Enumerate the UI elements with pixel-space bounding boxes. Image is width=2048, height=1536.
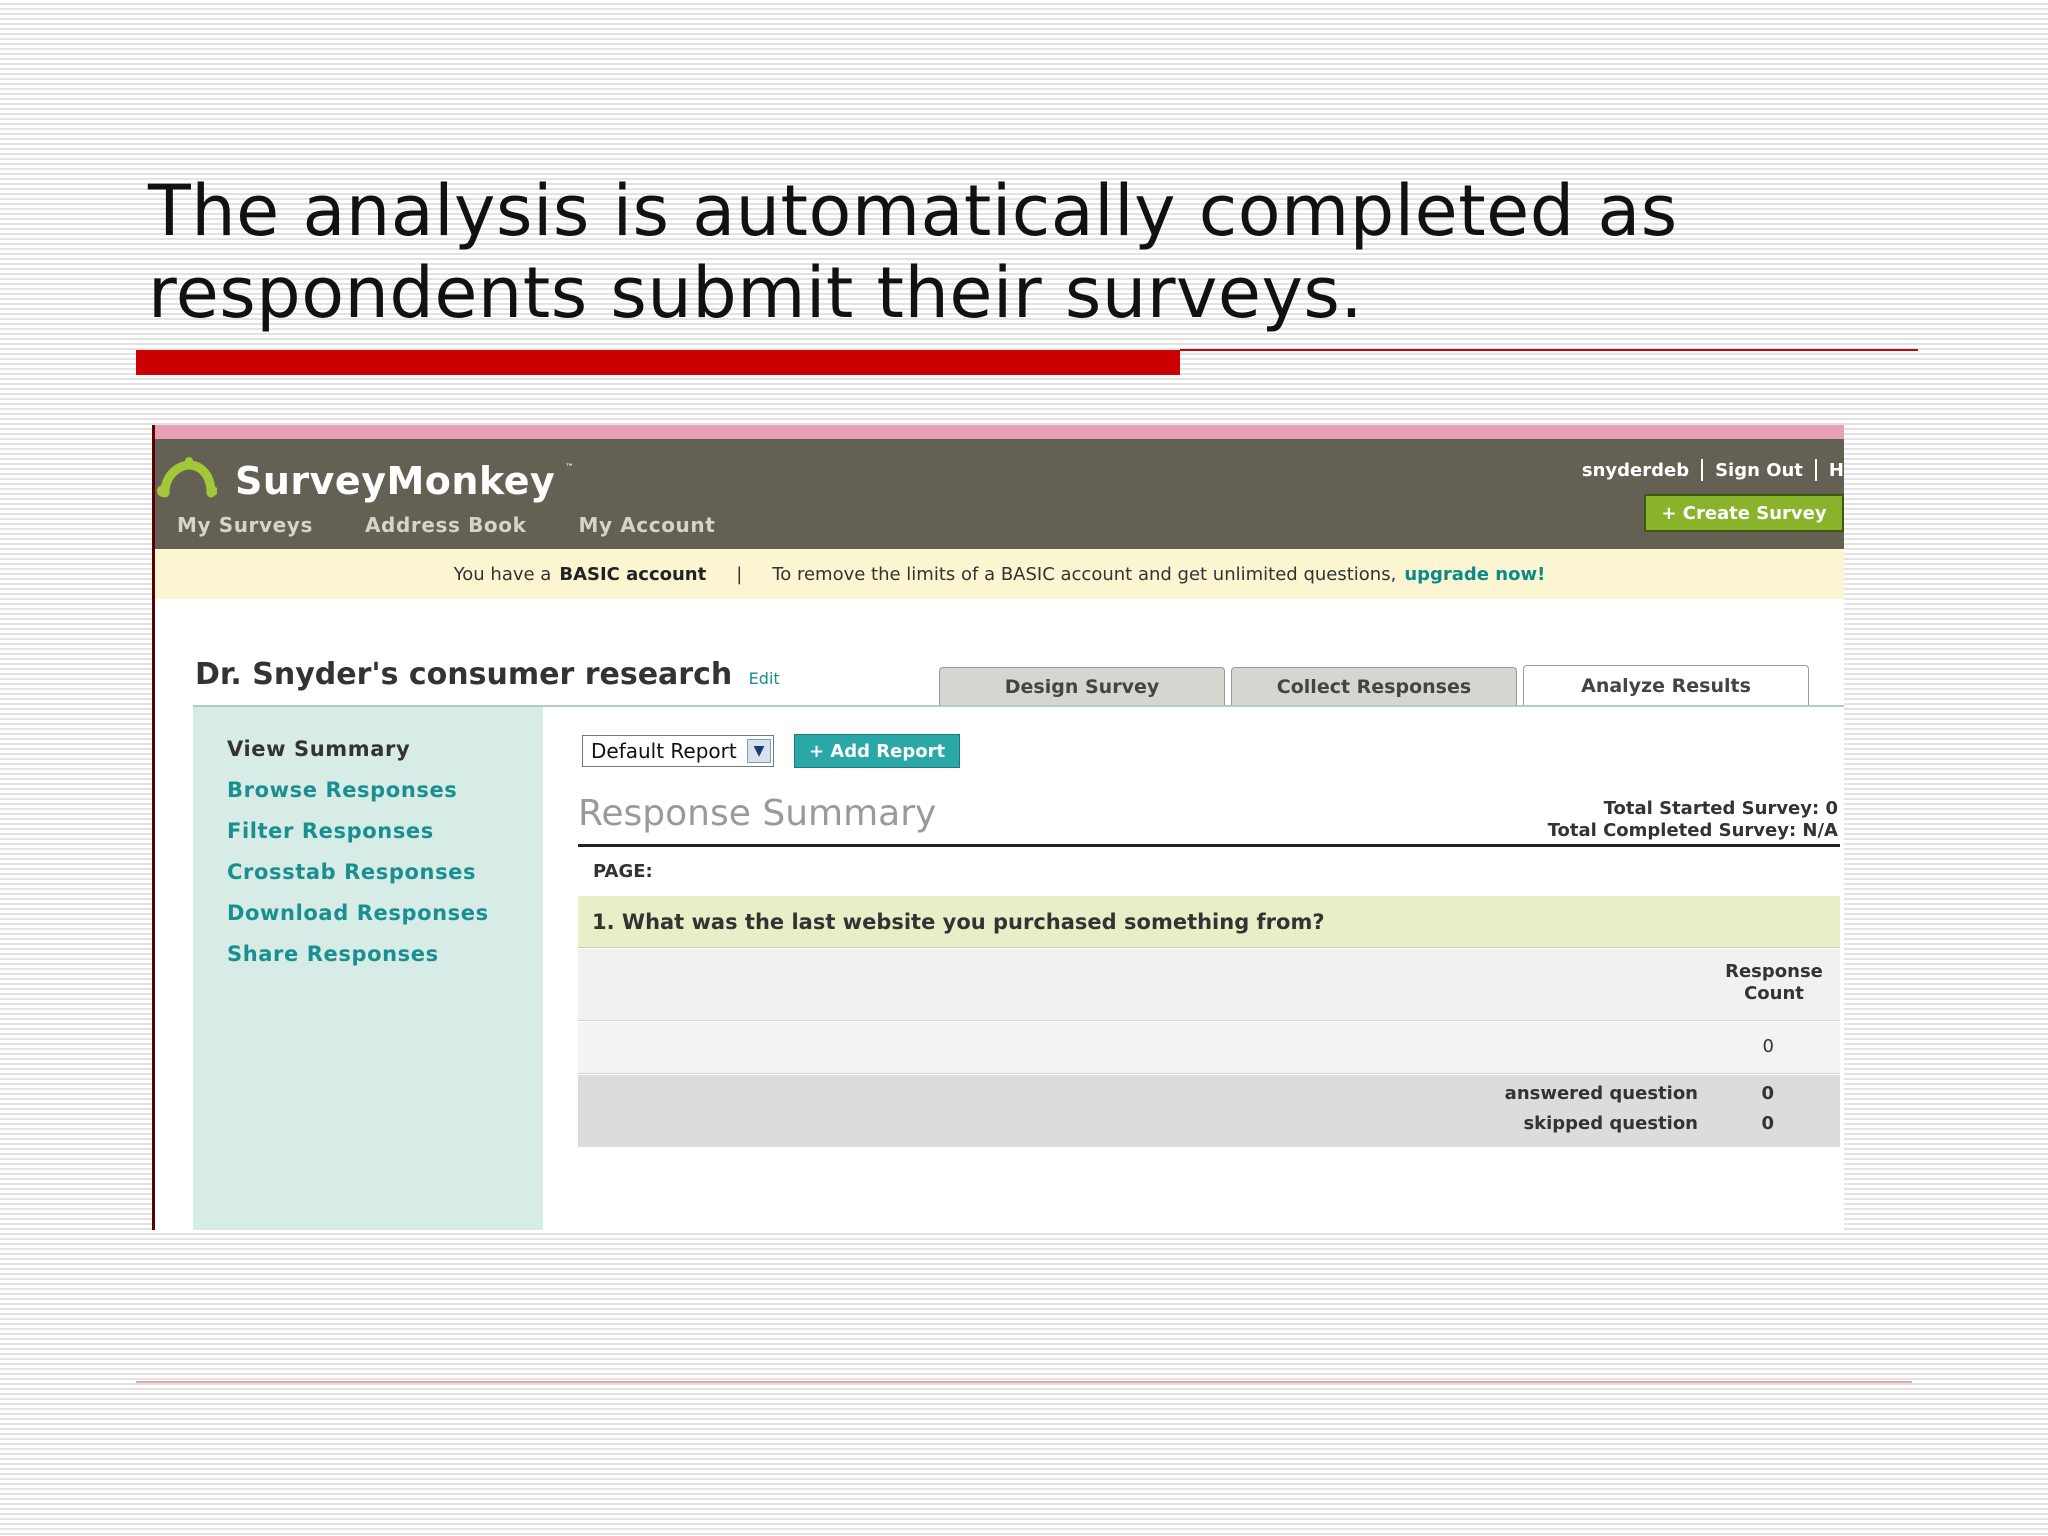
report-select[interactable]: Default Report ▼	[582, 735, 774, 767]
add-report-button[interactable]: + Add Report	[794, 734, 960, 768]
sidebar-item-browse-responses[interactable]: Browse Responses	[227, 778, 457, 802]
tab-design-survey[interactable]: Design Survey	[939, 667, 1225, 705]
response-count-header: Response Count	[1724, 961, 1824, 1005]
upgrade-link[interactable]: upgrade now!	[1404, 564, 1545, 585]
app-header: SurveyMonkey ™ My Surveys Address Book M…	[155, 439, 1844, 549]
main-nav: My Surveys Address Book My Account	[177, 513, 715, 537]
page-label: PAGE:	[593, 861, 653, 882]
help-link-partial[interactable]: H	[1829, 460, 1844, 481]
response-count-value: 0	[1762, 1036, 1774, 1057]
table-header: Response Count	[578, 949, 1840, 1021]
survey-totals: Total Started Survey: 0 Total Completed …	[1548, 798, 1838, 842]
create-survey-button[interactable]: + Create Survey	[1644, 494, 1844, 532]
separator	[1814, 459, 1817, 481]
title-accent-line	[1180, 349, 1918, 351]
total-started: Total Started Survey: 0	[1603, 798, 1838, 819]
slide-title-line-2: respondents submit their surveys.	[148, 252, 1364, 334]
notice-account-type: BASIC account	[559, 563, 707, 585]
total-completed: Total Completed Survey: N/A	[1547, 820, 1838, 841]
response-count-header-line-1: Response	[1725, 961, 1823, 982]
results-sidebar: View Summary Browse Responses Filter Res…	[193, 707, 543, 1230]
question-title: 1. What was the last website you purchas…	[578, 896, 1840, 948]
notice-prefix: You have a	[453, 563, 552, 585]
footer-rule	[136, 1381, 1912, 1383]
sidebar-item-view-summary[interactable]: View Summary	[227, 737, 410, 761]
skipped-question-value: 0	[1761, 1113, 1774, 1134]
nav-address-book[interactable]: Address Book	[365, 513, 527, 537]
sidebar-item-crosstab-responses[interactable]: Crosstab Responses	[227, 860, 476, 884]
chevron-down-icon[interactable]: ▼	[747, 739, 771, 763]
slide-title: The analysis is automatically completed …	[148, 170, 1848, 334]
title-accent-bar	[136, 350, 1180, 375]
separator	[1701, 459, 1704, 481]
answered-question-label: answered question	[1504, 1083, 1698, 1104]
survey-tabs: Design Survey Collect Responses Analyze …	[939, 665, 1809, 705]
slide-title-line-1: The analysis is automatically completed …	[148, 170, 1678, 252]
monkey-logo-icon	[157, 457, 217, 498]
user-links: snyderdeb Sign Out H	[1582, 459, 1844, 481]
sidebar-item-download-responses[interactable]: Download Responses	[227, 901, 489, 925]
sidebar-item-filter-responses[interactable]: Filter Responses	[227, 819, 434, 843]
answered-question-value: 0	[1761, 1083, 1774, 1104]
table-footer: answered question 0 skipped question 0	[578, 1075, 1840, 1147]
table-row: 0	[578, 1022, 1840, 1074]
survey-title: Dr. Snyder's consumer research Edit	[195, 657, 780, 692]
report-select-value: Default Report	[591, 739, 737, 763]
account-notice: You have a BASIC account | To remove the…	[155, 549, 1844, 599]
notice-message: To remove the limits of a BASIC account …	[772, 563, 1397, 585]
nav-my-surveys[interactable]: My Surveys	[177, 513, 313, 537]
app-logo-text[interactable]: SurveyMonkey	[235, 459, 555, 503]
tab-collect-responses[interactable]: Collect Responses	[1231, 667, 1517, 705]
tab-analyze-results[interactable]: Analyze Results	[1523, 665, 1809, 705]
survey-title-text: Dr. Snyder's consumer research	[195, 657, 733, 692]
username-link[interactable]: snyderdeb	[1582, 460, 1689, 481]
surveymonkey-screenshot: SurveyMonkey ™ My Surveys Address Book M…	[152, 425, 1844, 1230]
response-count-header-line-2: Count	[1744, 983, 1804, 1004]
skipped-question-label: skipped question	[1523, 1113, 1698, 1134]
browser-strip	[155, 425, 1844, 439]
trademark-mark: ™	[565, 463, 574, 473]
nav-my-account[interactable]: My Account	[579, 513, 716, 537]
sidebar-item-share-responses[interactable]: Share Responses	[227, 942, 439, 966]
summary-divider	[578, 844, 1840, 847]
response-summary-heading: Response Summary	[578, 793, 937, 834]
edit-title-link[interactable]: Edit	[749, 669, 780, 688]
sign-out-link[interactable]: Sign Out	[1715, 460, 1803, 481]
notice-separator: |	[736, 563, 743, 585]
